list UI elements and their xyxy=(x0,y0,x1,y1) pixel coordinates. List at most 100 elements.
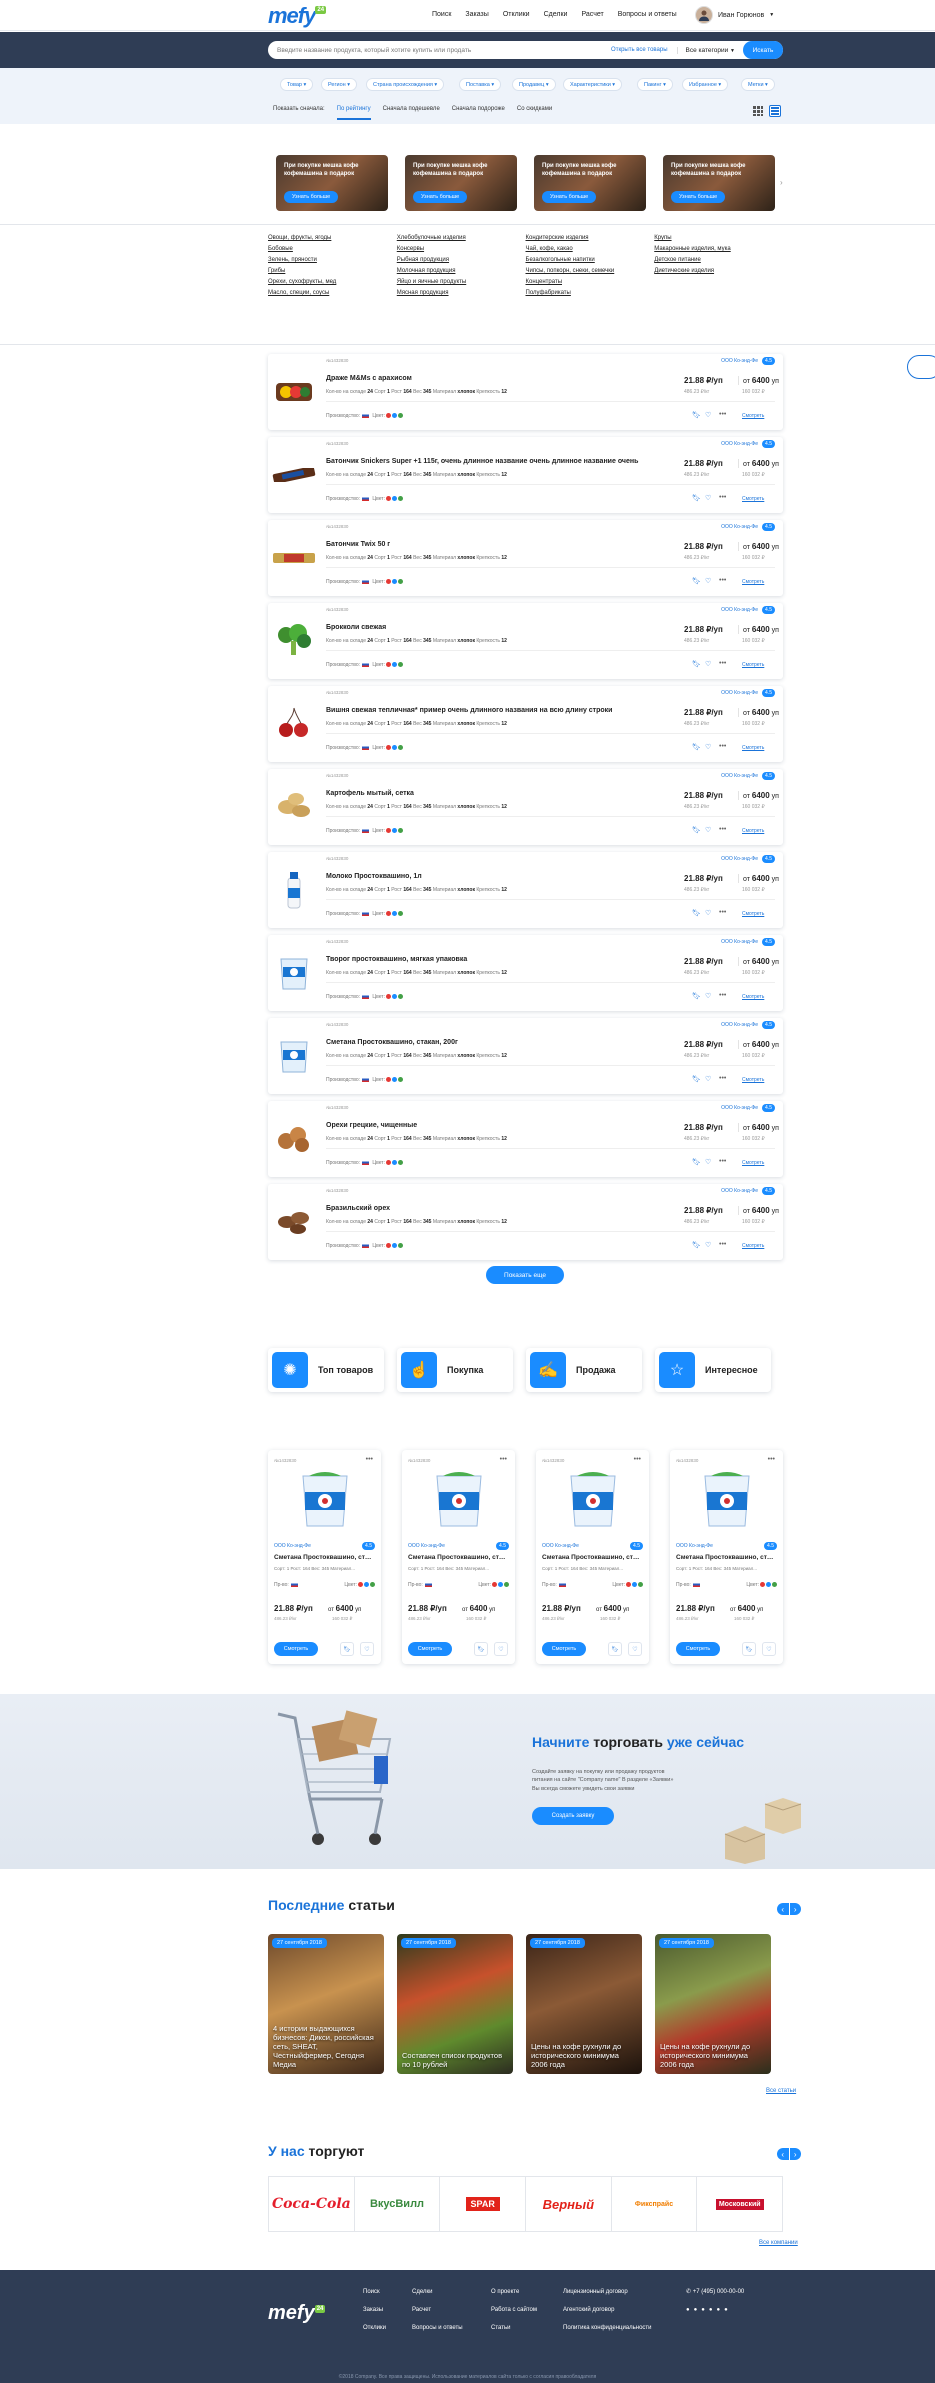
heart-icon[interactable]: ♡ xyxy=(360,1642,374,1656)
partner-logo-verny[interactable]: Верный xyxy=(526,2177,612,2231)
view-link[interactable]: Смотреть xyxy=(742,1077,764,1083)
heart-icon[interactable]: ♡ xyxy=(628,1642,642,1656)
bookmark-icon[interactable]: 🔖︎ xyxy=(692,992,701,1000)
partner-logo-spar[interactable]: SPAR xyxy=(440,2177,527,2231)
product-row[interactable]: №1432830 ООО Ко-энд-Фе 4.5 Молоко Простоква… xyxy=(268,852,783,928)
product-row[interactable]: №1432830 ООО Ко-энд-Фе 4.5 Сметана Простокв… xyxy=(268,1018,783,1094)
category-select[interactable]: Все категории ▼ xyxy=(676,46,743,54)
category-link[interactable]: Крупы xyxy=(654,235,783,241)
product-image[interactable] xyxy=(272,1200,316,1244)
partner-logo-vkusvill[interactable]: ВкусВилл xyxy=(355,2177,441,2231)
footer-link[interactable]: О проекте xyxy=(491,2283,537,2301)
bookmark-icon[interactable]: 🔖︎ xyxy=(692,1158,701,1166)
arrow-right-icon[interactable]: › xyxy=(789,2148,801,2160)
more-icon[interactable]: ••• xyxy=(366,1456,373,1463)
category-link[interactable]: Консервы xyxy=(397,246,526,252)
seller-link[interactable]: ООО Ко-энд-Фе xyxy=(408,1543,445,1549)
vk-icon[interactable]: ● xyxy=(686,2307,694,2313)
category-link[interactable]: Бобовые xyxy=(268,246,397,252)
filter-tags[interactable]: Метки ▾ xyxy=(741,78,775,91)
nav-deals[interactable]: Сделки xyxy=(544,11,568,18)
product-image[interactable] xyxy=(272,951,316,995)
seller-link[interactable]: ООО Ко-энд-Фе xyxy=(721,607,758,613)
product-image[interactable] xyxy=(565,1468,621,1530)
nav-responses[interactable]: Отклики xyxy=(503,11,530,18)
open-all-link[interactable]: Открыть все товары xyxy=(611,47,667,53)
product-name[interactable]: Сметана Простоквашино, стакан, 200г xyxy=(676,1554,776,1561)
arrow-right-icon[interactable]: › xyxy=(789,1903,801,1915)
tile-interesting[interactable]: ☆ Интересное xyxy=(655,1348,771,1392)
more-icon[interactable]: ••• xyxy=(719,992,726,999)
chevron-right-icon[interactable]: › xyxy=(780,178,783,187)
bookmark-icon[interactable]: 🔖︎ xyxy=(340,1642,354,1656)
view-link[interactable]: Смотреть xyxy=(742,662,764,668)
side-toggle[interactable] xyxy=(907,355,935,379)
category-link[interactable]: Полуфабрикаты xyxy=(526,290,655,296)
seller-link[interactable]: ООО Ко-энд-Фе xyxy=(676,1543,713,1549)
footer-link[interactable]: Лицензионный договор xyxy=(563,2283,652,2301)
category-link[interactable]: Грибы xyxy=(268,268,397,274)
view-link[interactable]: Смотреть xyxy=(742,579,764,585)
article-card[interactable]: 27 сентября 2018 Цены на кофе рухнули до … xyxy=(526,1934,642,2074)
product-image[interactable] xyxy=(272,1034,316,1078)
view-button[interactable]: Смотреть xyxy=(676,1642,720,1656)
seller-link[interactable]: ООО Ко-энд-Фе xyxy=(721,524,758,530)
all-articles-link[interactable]: Все статьи xyxy=(766,2088,796,2094)
footer-link[interactable]: Политика конфиденциальности xyxy=(563,2319,652,2337)
filter-supply[interactable]: Поставка ▾ xyxy=(459,78,502,91)
sort-discount[interactable]: Со скидками xyxy=(517,106,552,120)
seller-link[interactable]: ООО Ко-энд-Фе xyxy=(721,690,758,696)
product-name[interactable]: Сметана Простоквашино, стакан, 200г xyxy=(542,1554,642,1561)
more-icon[interactable]: ••• xyxy=(634,1456,641,1463)
nav-faq[interactable]: Вопросы и ответы xyxy=(618,11,677,18)
twitter-icon[interactable]: ● xyxy=(724,2307,732,2313)
product-name[interactable]: Сметана Простоквашино, стакан, 200г xyxy=(274,1554,374,1561)
product-card[interactable]: №1432830 ••• ООО Ко-энд-Фе 4.5 Сметана Прост… xyxy=(536,1450,649,1664)
product-image[interactable] xyxy=(272,702,316,746)
product-name[interactable]: Батончик Snickers Super +1 115г, очень д… xyxy=(326,458,638,465)
view-link[interactable]: Смотреть xyxy=(742,413,764,419)
product-image[interactable] xyxy=(272,370,316,414)
more-icon[interactable]: ••• xyxy=(719,1075,726,1082)
article-card[interactable]: 27 сентября 2018 Составлен список продукт… xyxy=(397,1934,513,2074)
category-link[interactable]: Овощи, фрукты, ягоды xyxy=(268,235,397,241)
category-link[interactable]: Мясная продукция xyxy=(397,290,526,296)
product-card[interactable]: №1432830 ••• ООО Ко-энд-Фе 4.5 Сметана Прост… xyxy=(268,1450,381,1664)
bookmark-icon[interactable]: 🔖︎ xyxy=(692,660,701,668)
seller-link[interactable]: ООО Ко-энд-Фе xyxy=(274,1543,311,1549)
more-icon[interactable]: ••• xyxy=(719,826,726,833)
partner-logo-cocacola[interactable]: Coca-Cola xyxy=(269,2177,355,2231)
more-icon[interactable]: ••• xyxy=(719,743,726,750)
footer-link[interactable]: Статьи xyxy=(491,2319,537,2337)
product-image[interactable] xyxy=(272,619,316,663)
heart-icon[interactable]: ♡ xyxy=(494,1642,508,1656)
filter-specs[interactable]: Характеристики ▾ xyxy=(563,78,623,91)
nav-orders[interactable]: Заказы xyxy=(465,11,488,18)
product-image[interactable] xyxy=(272,453,316,497)
bookmark-icon[interactable]: 🔖︎ xyxy=(692,1075,701,1083)
promo-card[interactable]: При покупке мешка кофе кофемашина в пода… xyxy=(534,155,646,211)
filter-seller[interactable]: Продавец ▾ xyxy=(512,78,556,91)
category-link[interactable]: Масло, специи, соусы xyxy=(268,290,397,296)
product-image[interactable] xyxy=(272,1117,316,1161)
phone[interactable]: ✆ +7 (495) 000-00-00 xyxy=(686,2283,744,2301)
category-link[interactable]: Чай, кофе, какао xyxy=(526,246,655,252)
heart-icon[interactable]: ♡ xyxy=(705,1158,711,1166)
category-link[interactable]: Макаронные изделия, мука xyxy=(654,246,783,252)
bookmark-icon[interactable]: 🔖︎ xyxy=(692,411,701,419)
partner-logo-moskovsky[interactable]: Московский xyxy=(697,2177,782,2231)
seller-link[interactable]: ООО Ко-энд-Фе xyxy=(721,1105,758,1111)
category-link[interactable]: Безалкогольные напитки xyxy=(526,257,655,263)
bookmark-icon[interactable]: 🔖︎ xyxy=(742,1642,756,1656)
nav-calculation[interactable]: Расчет xyxy=(581,11,603,18)
promo-card[interactable]: При покупке мешка кофе кофемашина в пода… xyxy=(276,155,388,211)
filter-product[interactable]: Товар ▾ xyxy=(280,78,314,91)
product-image[interactable] xyxy=(272,536,316,580)
view-link[interactable]: Смотреть xyxy=(742,828,764,834)
bookmark-icon[interactable]: 🔖︎ xyxy=(474,1642,488,1656)
product-name[interactable]: Молоко Простоквашино, 1л xyxy=(326,873,422,880)
product-image[interactable] xyxy=(272,868,316,912)
category-link[interactable]: Зелень, пряности xyxy=(268,257,397,263)
bookmark-icon[interactable]: 🔖︎ xyxy=(692,826,701,834)
product-name[interactable]: Драже M&Ms с арахисом xyxy=(326,375,412,382)
